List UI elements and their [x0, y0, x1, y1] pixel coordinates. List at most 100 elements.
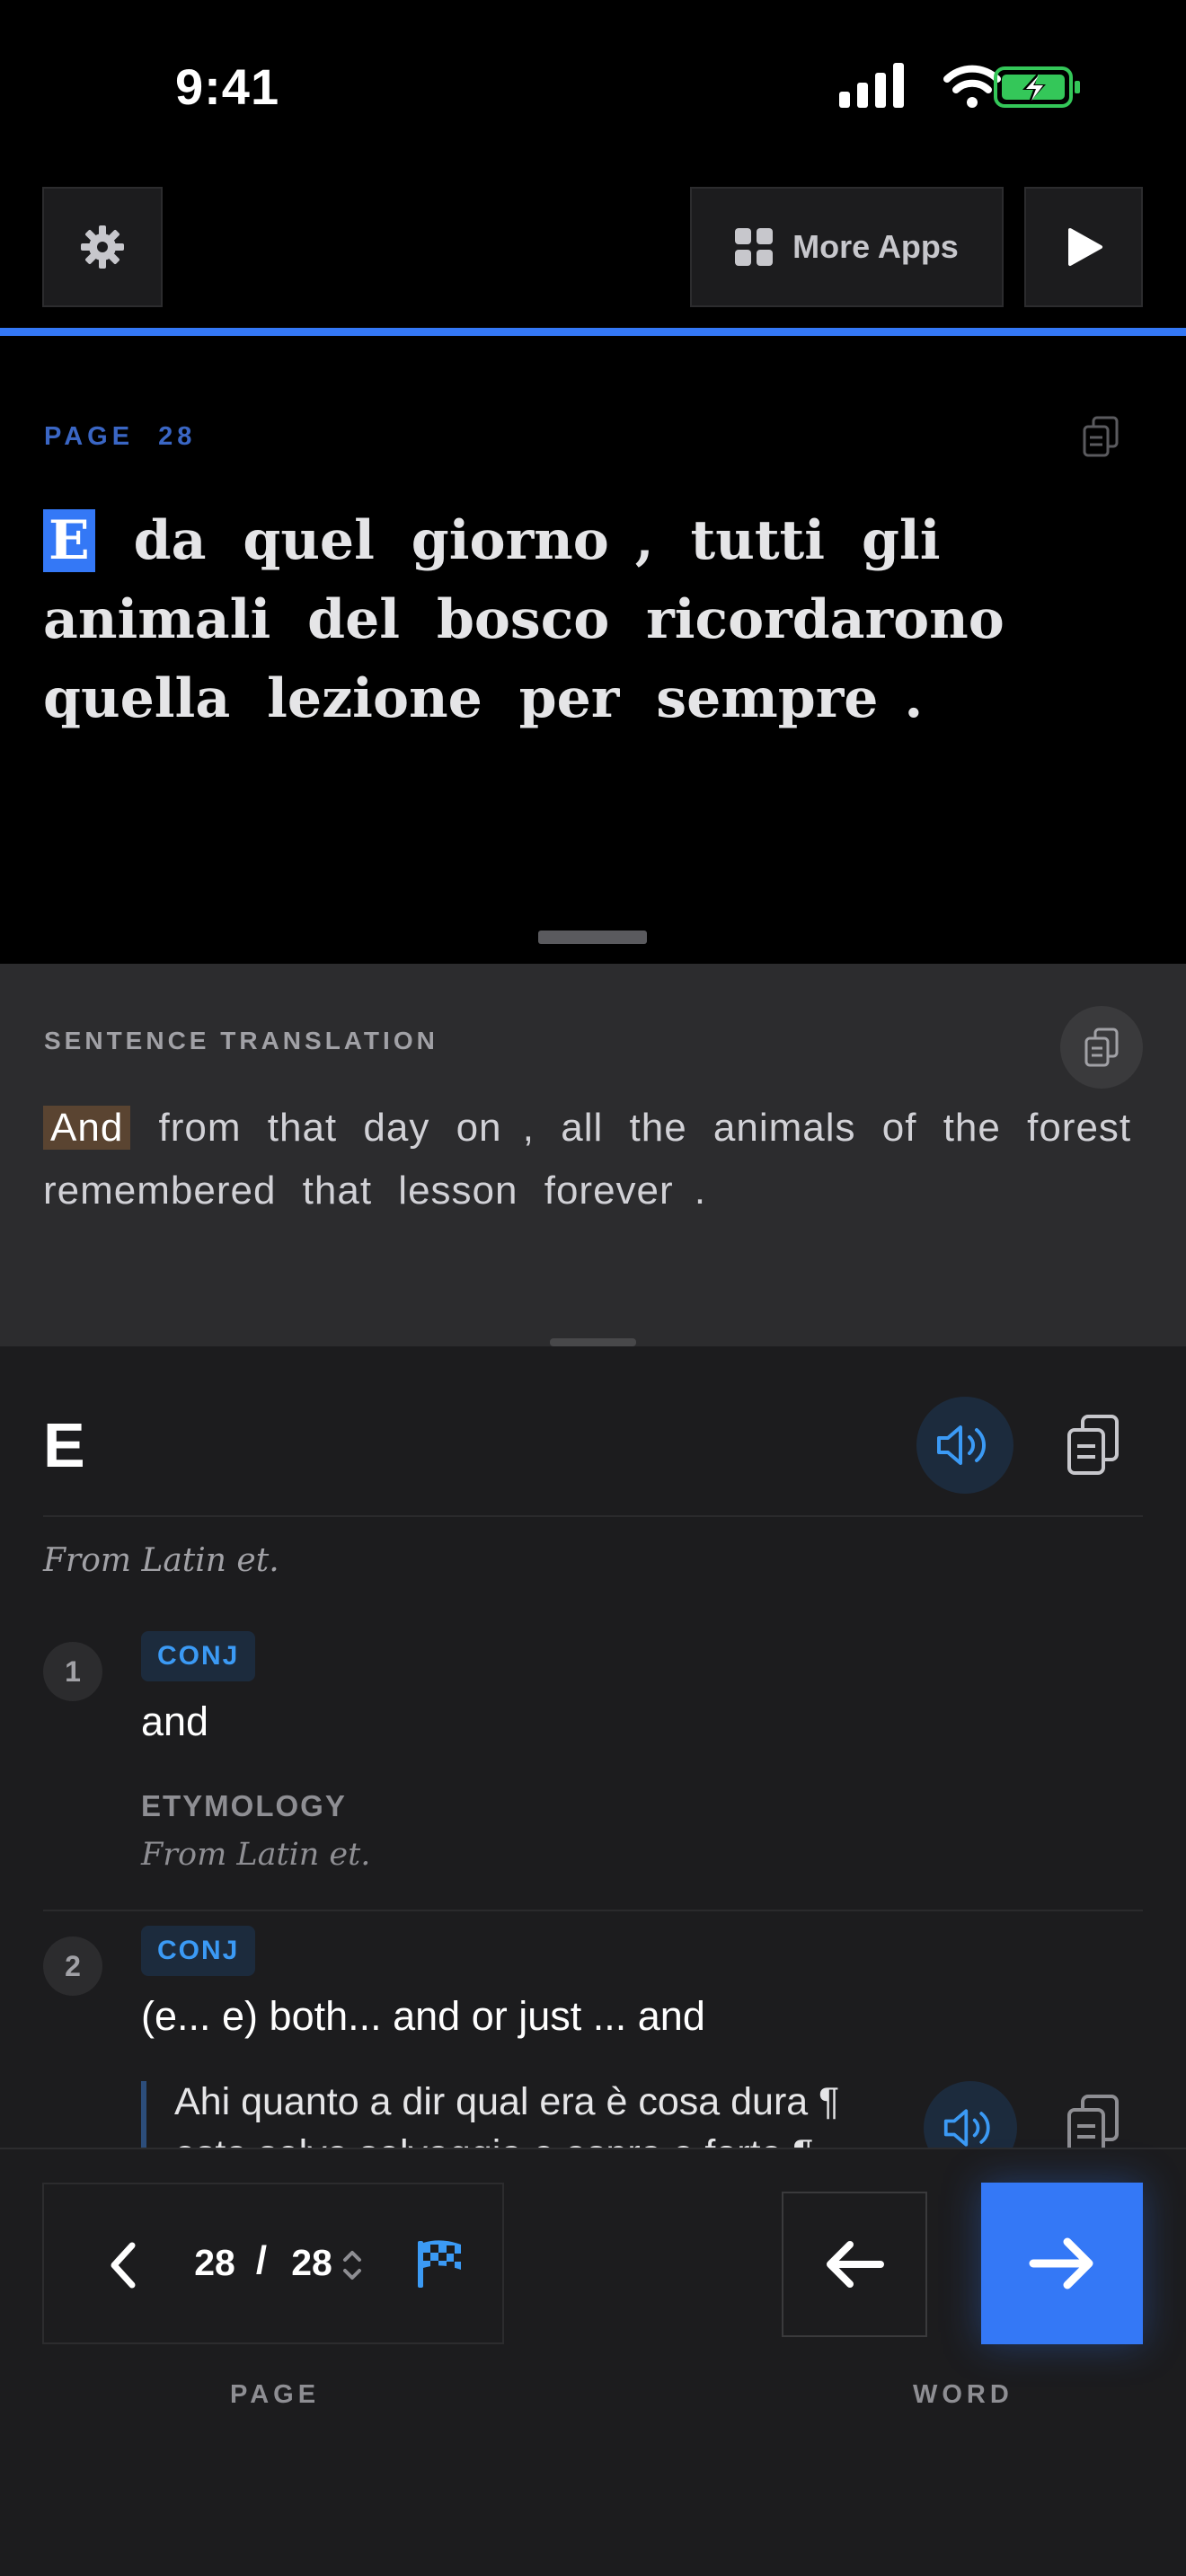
example-quote-bar	[141, 2081, 146, 2148]
page-indicator: PAGE 28	[44, 422, 196, 452]
dictionary-panel: E From Latin et. 1 CONJ and ETYMOLOGY Fr…	[0, 1346, 1186, 2148]
sentence-punctuation: ,	[634, 509, 654, 572]
sentence-word[interactable]: bosco	[437, 588, 609, 651]
play-button[interactable]	[1024, 187, 1143, 307]
page-picker-button[interactable]	[339, 2244, 366, 2287]
cellular-signal-icon	[839, 63, 904, 108]
sentence-word[interactable]: giorno	[412, 509, 609, 572]
page-nav-label: PAGE	[230, 2380, 321, 2409]
translation-punctuation: ,	[522, 1106, 535, 1150]
bottom-navigation: 28 / 28 PAGE WORD	[0, 2148, 1186, 2576]
play-icon	[1068, 228, 1102, 266]
translation-word[interactable]: forever	[544, 1169, 674, 1213]
next-word-button[interactable]	[981, 2183, 1143, 2344]
translation-text: And from that day on , all the animals o…	[43, 1097, 1157, 1222]
wifi-icon	[943, 65, 1001, 108]
chevron-left-icon	[111, 2242, 136, 2289]
page-number: 28	[158, 422, 197, 451]
top-toolbar: More Apps	[0, 187, 1186, 307]
settings-button[interactable]	[42, 187, 163, 307]
reader-area: 9:41 More Apps PAGE 28 E da quel giorno …	[0, 0, 1186, 964]
copy-page-button[interactable]	[1078, 414, 1123, 459]
translation-word[interactable]: forest	[1027, 1106, 1131, 1150]
checkered-flag-icon	[418, 2240, 461, 2288]
sentence-word[interactable]: quel	[243, 509, 375, 572]
sentence-word[interactable]: per	[519, 667, 620, 730]
word-nav-label: WORD	[913, 2380, 1013, 2409]
copy-icon	[1083, 416, 1119, 457]
sense-gloss: and	[141, 1698, 209, 1744]
reading-progress-bar	[0, 328, 1186, 336]
translation-panel: SENTENCE TRANSLATION And from that day o…	[0, 964, 1186, 1346]
chevron-up-down-icon	[343, 2251, 361, 2280]
translation-word[interactable]: that	[268, 1106, 337, 1150]
copy-icon	[1084, 1028, 1119, 1067]
grid-apps-icon	[735, 228, 774, 266]
sentence-word[interactable]: animali	[43, 588, 270, 651]
divider	[43, 1910, 1143, 1911]
finish-flag-button[interactable]	[407, 2231, 472, 2296]
translation-word[interactable]: that	[303, 1169, 372, 1213]
sentence-word[interactable]: del	[307, 588, 400, 651]
panel-resize-handle[interactable]	[538, 931, 647, 944]
translation-word[interactable]: on	[456, 1106, 502, 1150]
translation-word[interactable]: the	[630, 1106, 687, 1150]
sentence-word[interactable]: tutti	[691, 509, 826, 572]
etymology-heading: ETYMOLOGY	[141, 1789, 347, 1822]
sentence-word[interactable]: lezione	[267, 667, 482, 730]
sense-number: 2	[43, 1936, 102, 1996]
total-pages-number: 28	[291, 2242, 332, 2283]
example-line: Ahi quanto a dir qual era è cosa dura ¶	[174, 2080, 840, 2123]
copy-icon	[1067, 1415, 1119, 1475]
part-of-speech-tag: CONJ	[141, 1631, 256, 1681]
sentence-word[interactable]: sempre	[656, 667, 878, 730]
panel-resize-handle[interactable]	[550, 1338, 636, 1346]
status-bar: 9:41	[0, 0, 1186, 171]
translation-word[interactable]: from	[159, 1106, 242, 1150]
translation-word[interactable]: animals	[713, 1106, 856, 1150]
battery-charging-icon	[994, 66, 1080, 108]
speaker-icon	[943, 2109, 990, 2147]
part-of-speech-tag: CONJ	[141, 1926, 256, 1976]
sentence-word[interactable]: gli	[862, 509, 941, 572]
sentence-word[interactable]: da	[134, 509, 207, 572]
copy-translation-button[interactable]	[1060, 1006, 1143, 1089]
arrow-right-icon	[1029, 2237, 1093, 2289]
translation-word[interactable]: all	[561, 1106, 603, 1150]
pronounce-word-button[interactable]	[916, 1397, 1013, 1494]
example-sentence: Ahi quanto a dir qual era è cosa dura ¶ …	[174, 2076, 911, 2148]
copy-word-button[interactable]	[1060, 1407, 1127, 1483]
more-apps-label: More Apps	[792, 228, 959, 265]
pronounce-example-button[interactable]	[924, 2081, 1017, 2148]
translation-word[interactable]: remembered	[43, 1169, 276, 1213]
translation-word[interactable]: of	[882, 1106, 917, 1150]
gear-icon	[81, 225, 124, 269]
word-etymology: From Latin et.	[43, 1542, 279, 1579]
translation-word[interactable]: the	[943, 1106, 1001, 1150]
sense-etymology: From Latin et.	[141, 1837, 371, 1873]
page-prefix: PAGE	[44, 422, 135, 451]
more-apps-button[interactable]: More Apps	[690, 187, 1004, 307]
dictionary-headword: E	[43, 1410, 85, 1480]
sense-gloss: (e... e) both... and or just ... and	[141, 1993, 705, 2039]
example-line: esta selva selvaggia e aspra e forte ¶	[174, 2128, 911, 2148]
translation-word[interactable]: day	[363, 1106, 429, 1150]
previous-page-button[interactable]	[87, 2229, 159, 2301]
status-time: 9:41	[175, 58, 280, 115]
translation-word[interactable]: lesson	[398, 1169, 518, 1213]
sentence-word[interactable]: ricordarono	[646, 588, 1005, 651]
translation-word-highlighted[interactable]: And	[43, 1106, 131, 1150]
current-page-number[interactable]: 28	[179, 2242, 251, 2284]
previous-word-button[interactable]	[782, 2192, 927, 2337]
sentence-word[interactable]: quella	[43, 667, 230, 730]
divider	[43, 1515, 1143, 1517]
sentence-word-highlighted[interactable]: E	[43, 509, 95, 572]
translation-punctuation: .	[694, 1169, 707, 1213]
status-icons	[839, 63, 1080, 108]
sentence-punctuation: .	[904, 667, 924, 730]
speaker-icon	[937, 1425, 987, 1465]
source-sentence: E da quel giorno , tutti gli animali del…	[43, 501, 1153, 738]
copy-example-button[interactable]	[1060, 2094, 1127, 2148]
copy-icon	[1067, 2095, 1119, 2148]
page-navigator: 28 / 28	[42, 2183, 504, 2344]
